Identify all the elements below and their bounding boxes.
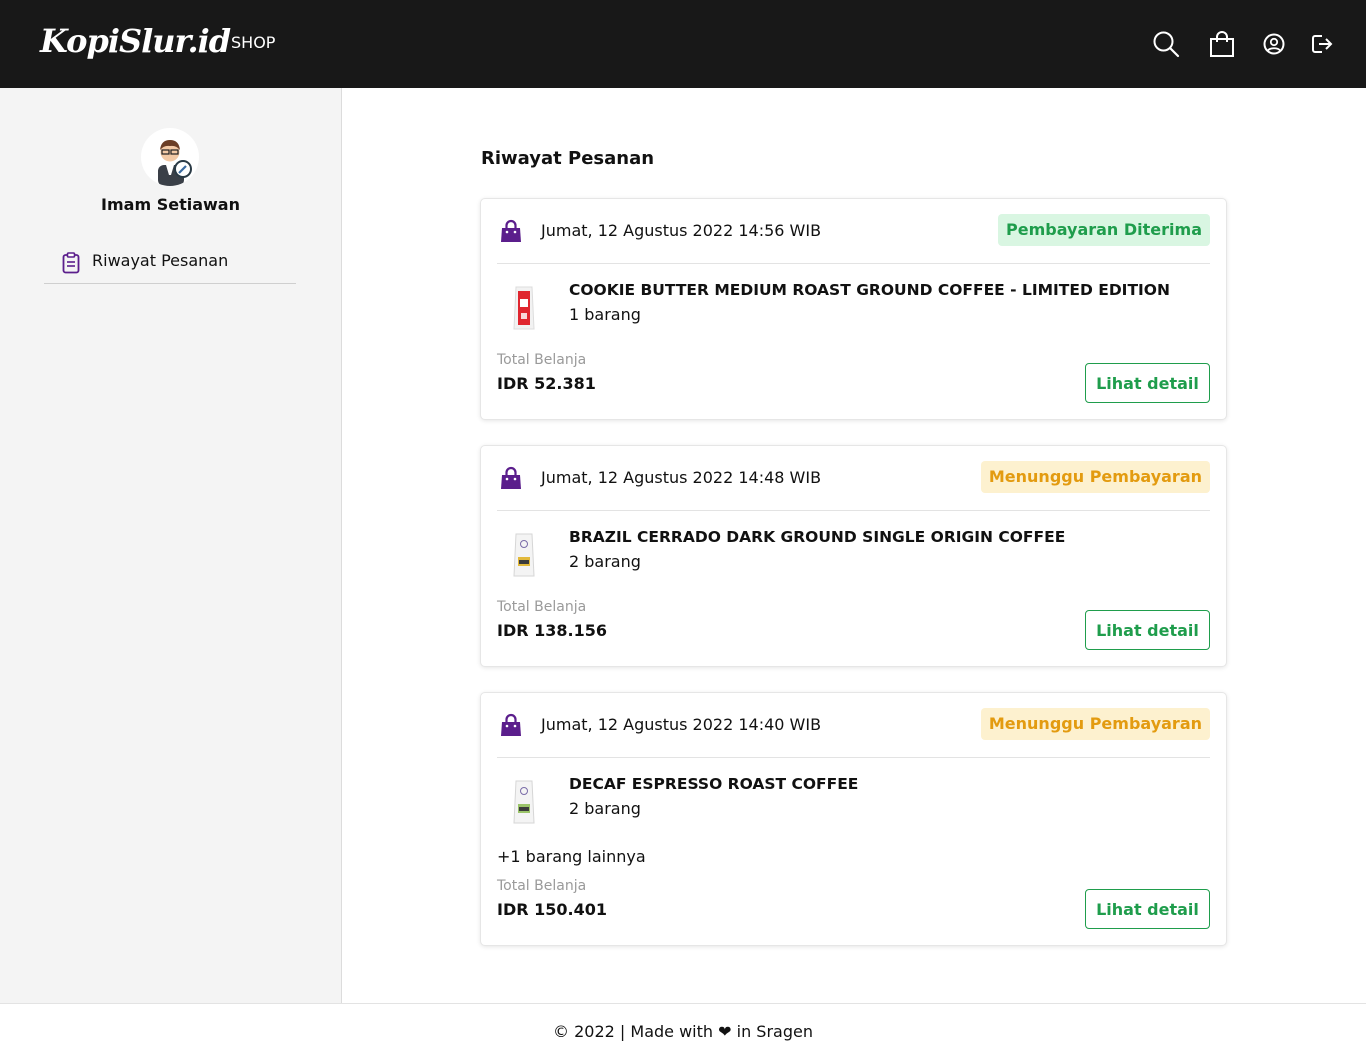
status-badge: Menunggu Pembayaran <box>980 461 1210 493</box>
site-logo[interactable]: KopiSlur.id <box>40 22 231 60</box>
more-items-text: +1 barang lainnya <box>497 847 646 866</box>
footer-text: © 2022 | Made with ❤ in Sragen <box>553 1022 813 1041</box>
order-card-header: Jumat, 12 Agustus 2022 14:48 WIB Menungg… <box>497 461 1210 511</box>
order-date: Jumat, 12 Agustus 2022 14:56 WIB <box>541 221 822 240</box>
page-title: Riwayat Pesanan <box>481 148 655 169</box>
product-qty: 2 barang <box>569 799 641 818</box>
total-value: IDR 52.381 <box>497 374 596 393</box>
sidebar: Imam Setiawan Riwayat Pesanan <box>0 88 342 1003</box>
sidebar-item-label: Riwayat Pesanan <box>92 251 229 270</box>
status-badge: Pembayaran Diterima <box>998 214 1210 246</box>
sidebar-item-riwayat-pesanan[interactable]: Riwayat Pesanan <box>44 247 296 284</box>
order-card: Jumat, 12 Agustus 2022 14:40 WIB Menungg… <box>480 692 1227 946</box>
nav-shop-link[interactable]: SHOP <box>231 33 275 52</box>
logout-icon[interactable] <box>1307 29 1337 59</box>
view-detail-button[interactable]: Lihat detail <box>1085 610 1210 650</box>
total-value: IDR 150.401 <box>497 900 607 919</box>
avatar <box>141 128 199 186</box>
shopping-bag-icon <box>500 219 522 247</box>
order-date: Jumat, 12 Agustus 2022 14:48 WIB <box>541 468 822 487</box>
order-card-header: Jumat, 12 Agustus 2022 14:40 WIB Menungg… <box>497 708 1210 758</box>
account-icon[interactable] <box>1259 29 1289 59</box>
product-name: BRAZIL CERRADO DARK GROUND SINGLE ORIGIN… <box>569 528 1066 546</box>
clipboard-icon <box>62 252 80 278</box>
product-name: COOKIE BUTTER MEDIUM ROAST GROUND COFFEE… <box>569 281 1170 299</box>
order-card: Jumat, 12 Agustus 2022 14:56 WIB Pembaya… <box>480 198 1227 420</box>
search-icon[interactable] <box>1151 29 1181 59</box>
product-thumbnail <box>508 777 540 827</box>
total-label: Total Belanja <box>497 352 587 368</box>
cart-icon[interactable] <box>1207 29 1237 59</box>
status-badge: Menunggu Pembayaran <box>980 708 1210 740</box>
view-detail-button[interactable]: Lihat detail <box>1085 363 1210 403</box>
user-name: Imam Setiawan <box>101 195 240 214</box>
view-detail-button[interactable]: Lihat detail <box>1085 889 1210 929</box>
total-label: Total Belanja <box>497 599 587 615</box>
order-date: Jumat, 12 Agustus 2022 14:40 WIB <box>541 715 822 734</box>
order-card: Jumat, 12 Agustus 2022 14:48 WIB Menungg… <box>480 445 1227 667</box>
product-name: DECAF ESPRESSO ROAST COFFEE <box>569 775 859 793</box>
product-thumbnail <box>508 530 540 580</box>
navbar: KopiSlur.id SHOP <box>0 0 1366 88</box>
shopping-bag-icon <box>500 466 522 494</box>
product-qty: 2 barang <box>569 552 641 571</box>
product-thumbnail <box>508 283 540 333</box>
total-value: IDR 138.156 <box>497 621 607 640</box>
total-label: Total Belanja <box>497 878 587 894</box>
shopping-bag-icon <box>500 713 522 741</box>
footer: © 2022 | Made with ❤ in Sragen <box>0 1003 1366 1059</box>
product-qty: 1 barang <box>569 305 641 324</box>
order-card-header: Jumat, 12 Agustus 2022 14:56 WIB Pembaya… <box>497 214 1210 264</box>
